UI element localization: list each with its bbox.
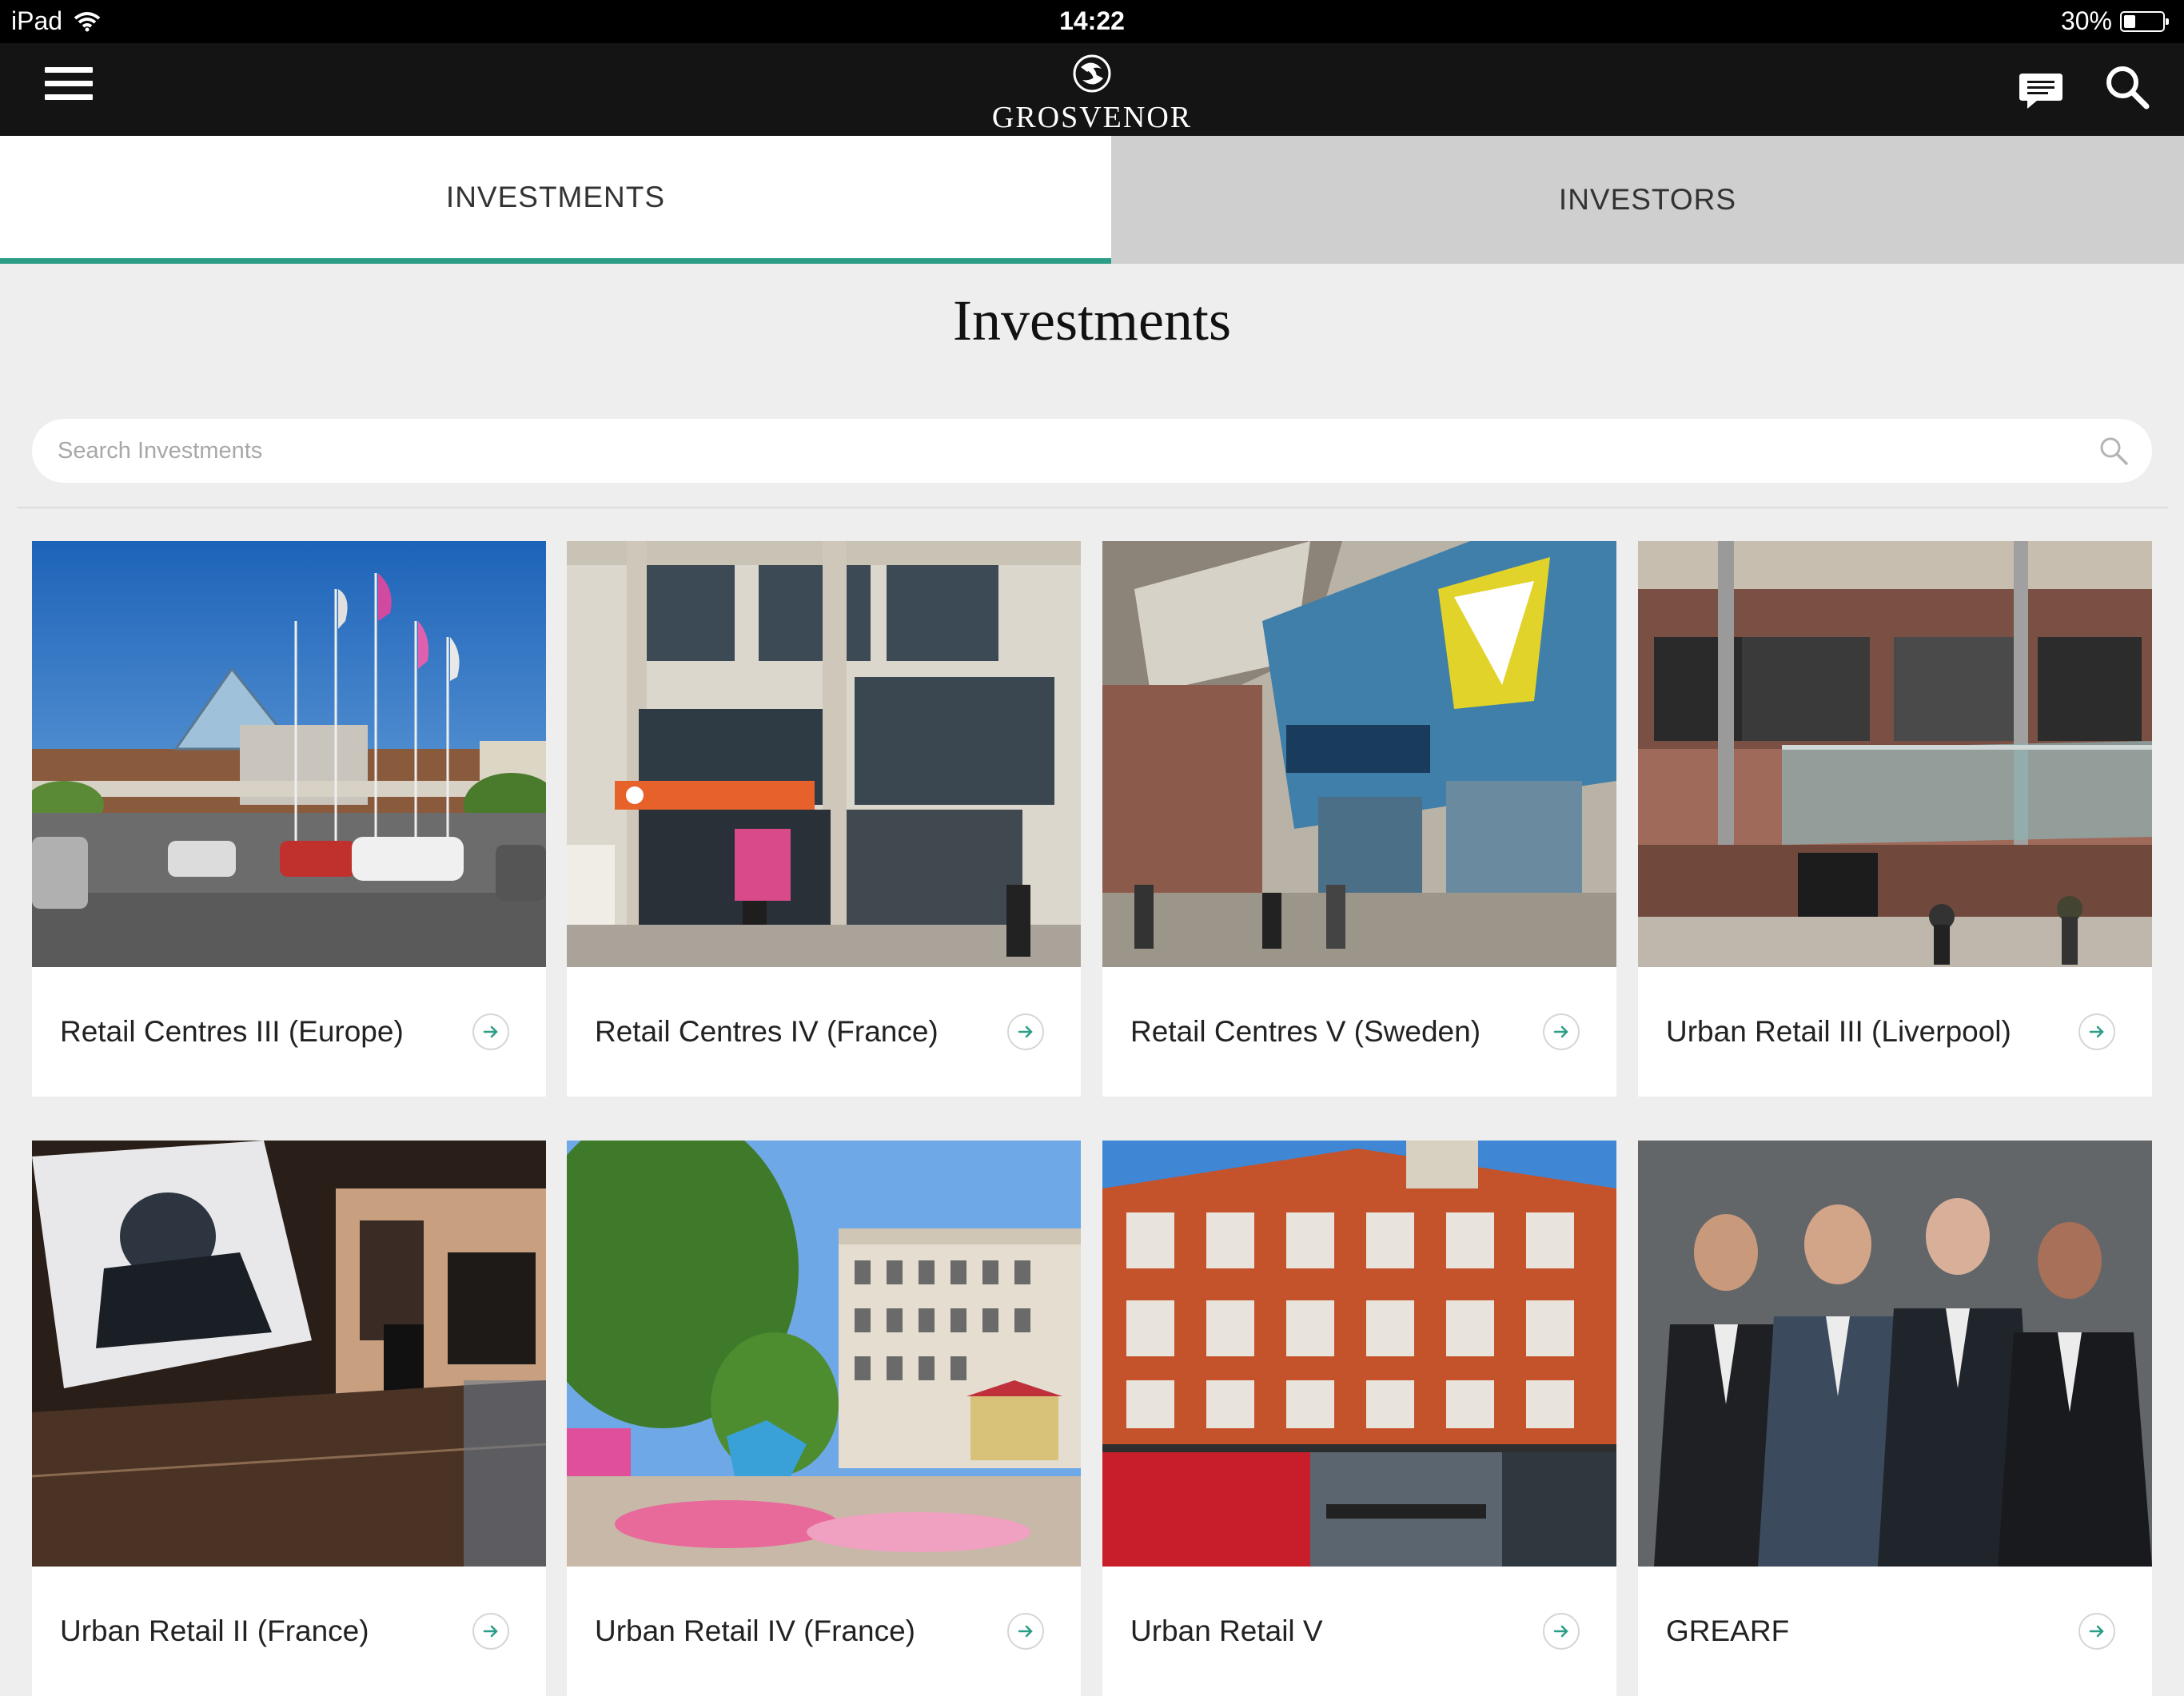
arrow-right-icon[interactable] xyxy=(1543,1013,1580,1050)
investment-photo xyxy=(1102,1141,1616,1567)
tab-investors[interactable]: INVESTORS xyxy=(1111,136,2184,264)
grosvenor-logo-icon xyxy=(1073,54,1111,93)
arrow-right-icon[interactable] xyxy=(2078,1613,2115,1650)
tab-investments[interactable]: INVESTMENTS xyxy=(0,136,1111,264)
investment-title: Retail Centres III (Europe) xyxy=(60,1015,404,1048)
investment-card[interactable]: Urban Retail IV (France) xyxy=(567,1141,1081,1696)
investment-card[interactable]: GREARF xyxy=(1638,1141,2152,1696)
investment-card[interactable]: Retail Centres III (Europe) xyxy=(32,541,546,1097)
investment-card[interactable]: Urban Retail III (Liverpool) xyxy=(1638,541,2152,1097)
page-title: Investments xyxy=(953,289,1231,352)
status-bar: iPad 14:22 30% xyxy=(0,0,2184,43)
investment-photo xyxy=(32,541,546,967)
arrow-right-icon[interactable] xyxy=(472,1613,509,1650)
arrow-right-icon[interactable] xyxy=(2078,1013,2115,1050)
arrow-right-icon[interactable] xyxy=(472,1013,509,1050)
investment-card[interactable]: Retail Centres V (Sweden) xyxy=(1102,541,1616,1097)
investment-photo xyxy=(1638,541,2152,967)
search-field-icon[interactable] xyxy=(2098,435,2130,467)
battery-percent: 30% xyxy=(2060,6,2112,35)
chat-icon[interactable] xyxy=(2018,72,2064,110)
brand-logo[interactable]: GROSVENOR xyxy=(0,51,2184,135)
section-tabs: INVESTMENTS INVESTORS xyxy=(0,136,2184,264)
investment-title: GREARF xyxy=(1666,1614,1790,1647)
investment-photo xyxy=(32,1141,546,1567)
search-bar xyxy=(32,419,2152,483)
investment-photo xyxy=(1638,1141,2152,1567)
investment-photo xyxy=(567,1141,1081,1567)
clock: 14:22 xyxy=(1059,6,1125,35)
arrow-right-icon[interactable] xyxy=(1007,1013,1044,1050)
investment-card[interactable]: Urban Retail V xyxy=(1102,1141,1616,1696)
investment-title: Urban Retail IV (France) xyxy=(595,1614,915,1647)
battery-icon xyxy=(2120,10,2169,32)
investment-card[interactable]: Retail Centres IV (France) xyxy=(567,541,1081,1097)
investment-title: Urban Retail III (Liverpool) xyxy=(1666,1015,2011,1048)
search-input[interactable] xyxy=(32,419,2056,483)
search-icon[interactable] xyxy=(2104,64,2150,110)
brand-name: GROSVENOR xyxy=(991,101,1193,134)
investment-card[interactable]: Urban Retail II (France) xyxy=(32,1141,546,1696)
investment-title: Retail Centres IV (France) xyxy=(595,1015,939,1048)
arrow-right-icon[interactable] xyxy=(1543,1613,1580,1650)
top-nav-bar: GROSVENOR xyxy=(0,43,2184,136)
divider xyxy=(18,507,2168,508)
investment-title: Urban Retail II (France) xyxy=(60,1614,369,1647)
investment-photo xyxy=(1102,541,1616,967)
investment-title: Retail Centres V (Sweden) xyxy=(1130,1015,1481,1048)
investment-photo xyxy=(567,541,1081,967)
investment-title: Urban Retail V xyxy=(1130,1614,1323,1647)
arrow-right-icon[interactable] xyxy=(1007,1613,1044,1650)
